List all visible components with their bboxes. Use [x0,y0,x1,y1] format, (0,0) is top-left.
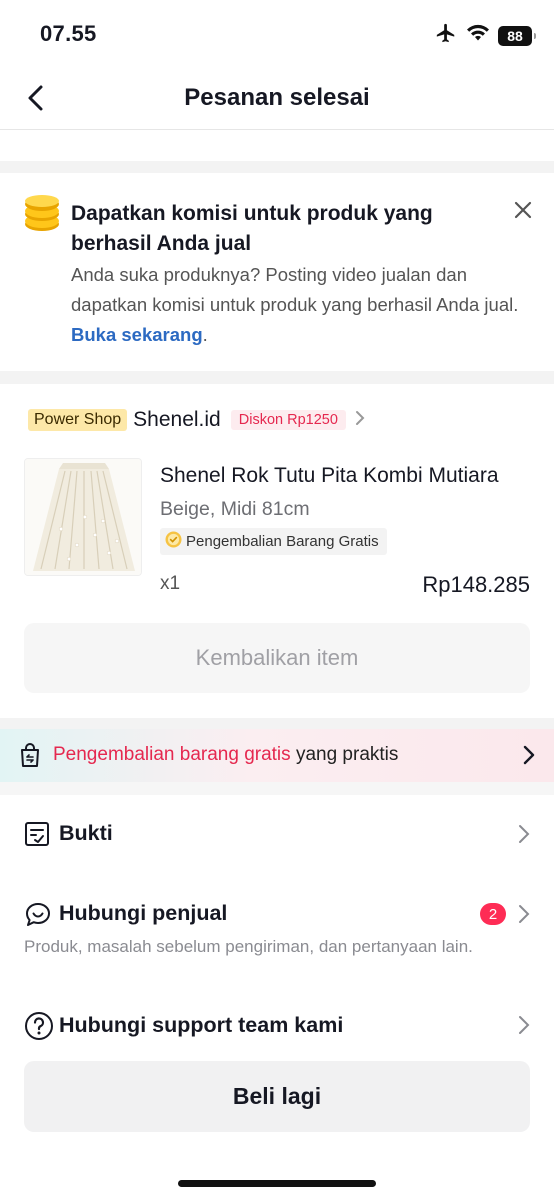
commission-promo: Dapatkan komisi untuk produk yang berhas… [0,173,554,371]
home-indicator [178,1180,376,1187]
check-coin-icon [165,531,182,552]
promo-body-suffix: . [202,324,208,345]
quantity: x1 [160,573,181,594]
document-check-icon [24,821,50,852]
order-card: Power Shop Shenel.id Diskon Rp1250 Shene… [0,384,554,718]
promo-title: Dapatkan komisi untuk produk yang berhas… [71,202,433,255]
menu-label-proof: Bukti [59,821,113,845]
promo-body-text: Anda suka produknya? Posting video juala… [71,264,519,315]
shop-row[interactable]: Power Shop Shenel.id Diskon Rp1250 [28,408,366,432]
notification-badge: 2 [480,903,506,925]
chevron-right-icon [354,410,366,431]
menu-label-contact-seller: Hubungi penjual [59,901,228,925]
free-return-highlight: Pengembalian barang gratis [53,744,291,765]
section-divider [0,782,554,795]
status-bar: 07.55 88 [0,0,554,68]
chevron-right-icon [518,1015,530,1040]
menu-item-proof[interactable]: Bukti [0,815,554,855]
price: Rp148.285 [422,572,530,597]
chat-bubble-icon [24,901,52,934]
power-shop-badge: Power Shop [28,409,128,431]
product-image[interactable] [24,458,142,576]
buy-again-button[interactable]: Beli lagi [24,1061,530,1132]
free-return-rest: yang praktis [290,744,399,765]
status-time: 07.55 [40,21,97,46]
menu-sub-contact-seller: Produk, masalah sebelum pengiriman, dan … [24,937,473,956]
shop-name: Shenel.id [133,408,221,431]
menu-item-contact-seller[interactable]: Hubungi penjual 2 Produk, masalah sebelu… [0,895,554,965]
product-variant: Beige, Midi 81cm [160,498,310,520]
shopping-bag-return-icon [18,742,42,773]
chevron-right-icon [518,904,530,929]
discount-badge: Diskon Rp1250 [230,410,346,430]
help-circle-icon [24,1011,54,1046]
page-title: Pesanan selesai [184,84,370,111]
wifi-icon [466,23,490,48]
close-icon [514,201,532,219]
promo-body: Anda suka produknya? Posting video juala… [71,260,521,350]
product-title[interactable]: Shenel Rok Tutu Pita Kombi Mutiara [160,464,530,488]
menu-item-support[interactable]: Hubungi support team kami [0,1006,554,1046]
section-divider [0,161,554,173]
coin-stack-icon [22,195,62,238]
section-divider [0,371,554,384]
nav-bar: Pesanan selesai [0,68,554,130]
menu-label-support: Hubungi support team kami [59,1013,344,1037]
battery-indicator: 88 [498,25,536,46]
free-return-banner-text: Pengembalian barang gratis yang praktis [53,744,398,766]
free-return-badge-label: Pengembalian Barang Gratis [186,533,379,550]
free-return-banner[interactable]: Pengembalian barang gratis yang praktis [0,729,554,782]
section-divider [0,718,554,729]
close-button[interactable] [512,199,534,221]
return-item-button[interactable]: Kembalikan item [24,623,530,693]
status-icons: 88 [434,22,536,49]
free-return-badge: Pengembalian Barang Gratis [160,528,387,555]
airplane-icon [434,22,458,49]
chevron-right-icon [518,824,530,849]
open-now-link[interactable]: Buka sekarang [71,324,203,345]
chevron-right-icon [522,744,536,771]
